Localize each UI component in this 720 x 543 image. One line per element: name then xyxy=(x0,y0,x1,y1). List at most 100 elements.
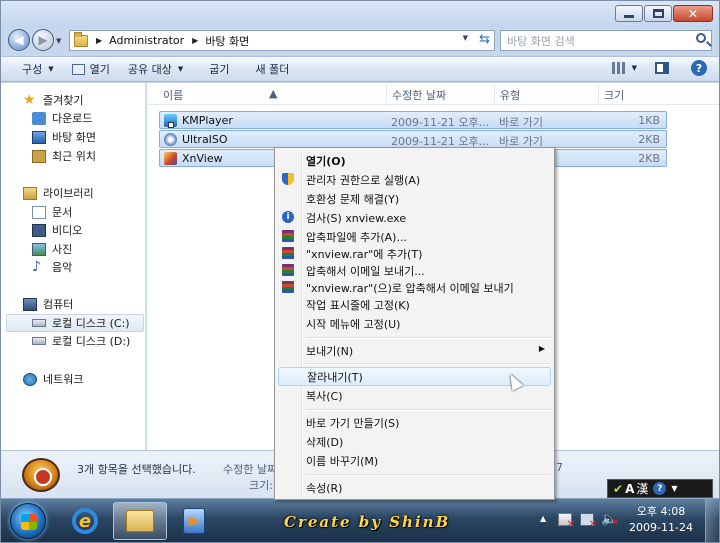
help-icon[interactable]: ? xyxy=(691,60,707,76)
forward-button[interactable]: ▶ xyxy=(32,29,54,51)
menu-item-pin-start[interactable]: 시작 메뉴에 고정(U) xyxy=(278,314,551,333)
column-header-type[interactable]: 유형 xyxy=(500,87,520,103)
start-button[interactable] xyxy=(10,503,46,539)
selection-thumbnail-icon xyxy=(22,458,60,492)
show-hidden-icons-icon[interactable]: ▲ xyxy=(540,514,546,523)
file-name: UltraISO xyxy=(182,133,228,146)
minimize-button[interactable] xyxy=(615,5,643,22)
search-placeholder: 바탕 화면 검색 xyxy=(507,34,575,48)
sidebar-item-label: 음악 xyxy=(52,261,73,274)
preview-pane-icon[interactable] xyxy=(655,62,669,74)
sidebar-item-computer[interactable]: 컴퓨터 xyxy=(23,295,73,313)
volume-icon[interactable]: 🔈 xyxy=(601,513,619,530)
sidebar-item-drive-d[interactable]: 로컬 디스크 (D:) xyxy=(32,332,130,350)
uac-shield-icon xyxy=(282,173,294,185)
sidebar-item-music[interactable]: ♪ 음악 xyxy=(32,258,72,276)
recent-pages-dropdown[interactable]: ▼ xyxy=(56,37,61,45)
system-clock[interactable]: 오후 4:08 2009-11-24 xyxy=(626,504,696,536)
taskbar-media-player[interactable]: ▶ xyxy=(167,502,221,540)
menu-item-properties[interactable]: 속성(R) xyxy=(278,478,551,497)
shortcut-arrow-icon xyxy=(168,122,174,128)
taskbar-internet-explorer[interactable]: e xyxy=(58,502,112,540)
menu-item-rename[interactable]: 이름 바꾸기(M) xyxy=(278,451,551,470)
refresh-icon[interactable]: ⇆ xyxy=(479,32,490,47)
sort-ascending-icon: ▲ xyxy=(269,87,278,100)
burn-button[interactable]: 굽기 xyxy=(209,61,229,77)
documents-icon xyxy=(32,205,46,219)
chevron-down-icon: ▼ xyxy=(48,65,54,73)
column-headers: 이름 ▲ 수정한 날짜 유형 크기 xyxy=(147,83,719,105)
organize-label: 구성 xyxy=(22,63,43,76)
menu-item-label: 복사(C) xyxy=(306,389,343,403)
chevron-down-icon[interactable]: ▼ xyxy=(632,64,637,72)
close-icon: ✕ xyxy=(687,6,699,21)
menu-item-scan[interactable]: i 검사(S) xnview.exe xyxy=(278,208,551,227)
sidebar-item-label: 바탕 화면 xyxy=(52,131,96,144)
help-icon[interactable]: ? xyxy=(653,482,667,495)
menu-item-run-as-admin[interactable]: 관리자 권한으로 실행(A) xyxy=(278,170,551,189)
organize-button[interactable]: 구성 ▼ xyxy=(22,61,54,77)
search-icon[interactable] xyxy=(696,33,706,43)
table-row[interactable]: UltraISO 2009-11-21 오후... 바로 가기 2KB xyxy=(159,130,667,148)
menu-item-copy[interactable]: 복사(C) xyxy=(278,386,551,405)
sidebar-item-drive-c[interactable]: 로컬 디스크 (C:) xyxy=(6,314,144,332)
kmplayer-icon xyxy=(164,114,177,128)
view-options-icon[interactable] xyxy=(611,62,626,74)
winrar-icon xyxy=(282,264,294,276)
chevron-right-icon[interactable]: ▶ xyxy=(96,36,102,45)
sidebar-item-favorites[interactable]: ★ 즐겨찾기 xyxy=(23,91,83,109)
sidebar-item-network[interactable]: 네트워크 xyxy=(23,370,83,388)
internet-explorer-icon: e xyxy=(72,508,98,534)
column-header-date[interactable]: 수정한 날짜 xyxy=(392,87,446,103)
column-divider[interactable] xyxy=(494,85,495,103)
search-input[interactable]: 바탕 화면 검색 xyxy=(500,30,712,51)
maximize-button[interactable] xyxy=(644,5,672,22)
breadcrumb-administrator[interactable]: Administrator xyxy=(109,34,184,47)
show-desktop-button[interactable] xyxy=(705,499,719,542)
chevron-down-icon[interactable]: ▼ xyxy=(463,34,468,42)
address-bar[interactable]: ▶ Administrator ▶ 바탕 화면 ▼ ⇆ xyxy=(69,30,495,51)
action-center-icon[interactable] xyxy=(558,513,575,530)
chevron-right-icon[interactable]: ▶ xyxy=(192,36,198,45)
sidebar-item-pictures[interactable]: 사진 xyxy=(32,240,72,258)
chevron-down-icon[interactable]: ▼ xyxy=(671,484,677,493)
hanja-toggle[interactable]: 漢 xyxy=(636,480,648,497)
sidebar-item-videos[interactable]: 비디오 xyxy=(32,221,82,239)
computer-icon xyxy=(23,297,37,311)
view-controls: ▼ ? xyxy=(611,60,719,76)
input-mode[interactable]: A xyxy=(625,482,634,496)
table-row[interactable]: KMPlayer 2009-11-21 오후... 바로 가기 1KB xyxy=(159,111,667,129)
menu-item-pin-taskbar[interactable]: 작업 표시줄에 고정(K) xyxy=(278,295,551,314)
open-button[interactable]: 열기 xyxy=(71,61,110,77)
file-type: 바로 가기 xyxy=(499,116,543,129)
language-bar[interactable]: ✔ A 漢 ? ▼ xyxy=(607,479,713,498)
share-button[interactable]: 공유 대상 ▼ xyxy=(128,61,183,77)
watermark-text: Create by ShinB xyxy=(284,513,451,531)
menu-item-label: 관리자 권한으로 실행(A) xyxy=(306,173,421,187)
sidebar-item-documents[interactable]: 문서 xyxy=(32,203,72,221)
close-button[interactable]: ✕ xyxy=(673,5,713,22)
back-button[interactable]: ◀ xyxy=(8,29,30,51)
sidebar-item-desktop[interactable]: 바탕 화면 xyxy=(32,128,96,146)
column-divider[interactable] xyxy=(598,85,599,103)
sidebar-item-label: 컴퓨터 xyxy=(43,298,74,311)
sidebar-item-libraries[interactable]: 라이브러리 xyxy=(23,184,94,202)
network-status-icon[interactable] xyxy=(580,513,597,530)
column-divider[interactable] xyxy=(386,85,387,103)
menu-item-create-shortcut[interactable]: 바로 가기 만들기(S) xyxy=(278,413,551,432)
column-header-name[interactable]: 이름 xyxy=(163,87,183,103)
breadcrumb-desktop[interactable]: 바탕 화면 xyxy=(205,33,249,49)
media-player-icon: ▶ xyxy=(183,508,205,534)
menu-item-troubleshoot[interactable]: 호환성 문제 해결(Y) xyxy=(278,189,551,208)
menu-item-delete[interactable]: 삭제(D) xyxy=(278,432,551,451)
menu-separator xyxy=(306,363,551,365)
new-folder-button[interactable]: 새 폴더 xyxy=(256,61,290,77)
menu-item-open[interactable]: 열기(O) xyxy=(278,151,551,170)
sidebar-item-downloads[interactable]: 다운로드 xyxy=(32,109,92,127)
menu-item-send-to[interactable]: 보내기(N) ▶ xyxy=(278,341,551,360)
sidebar-item-label: 비디오 xyxy=(52,224,83,237)
taskbar-explorer[interactable] xyxy=(113,502,167,540)
menu-item-label: 작업 표시줄에 고정(K) xyxy=(306,298,410,312)
sidebar-item-recent[interactable]: 최근 위치 xyxy=(32,147,96,165)
column-header-size[interactable]: 크기 xyxy=(604,87,624,103)
